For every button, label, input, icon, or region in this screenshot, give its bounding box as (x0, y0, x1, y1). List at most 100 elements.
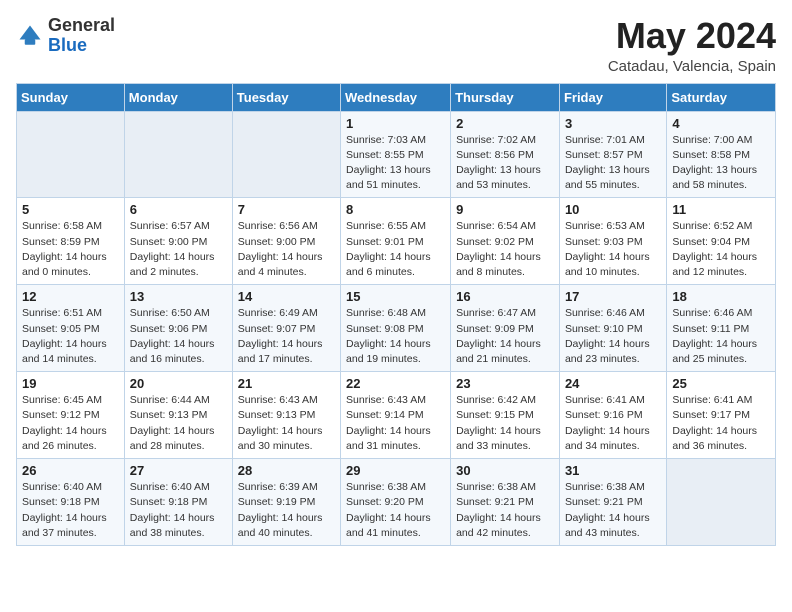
day-number: 11 (672, 202, 770, 217)
calendar-cell (232, 111, 340, 198)
calendar-cell: 20Sunrise: 6:44 AMSunset: 9:13 PMDayligh… (124, 372, 232, 459)
calendar-cell: 29 Sunrise: 6:38 AMSunset: 9:20 PMDayligh… (341, 459, 451, 546)
day-number: 19 (22, 376, 119, 391)
calendar-cell: 31 Sunrise: 6:38 AMSunset: 9:21 PMDayligh… (559, 459, 666, 546)
day-info: Sunrise: 6:48 AMSunset: 9:08 PMDaylight:… (346, 306, 445, 367)
calendar-cell: 12 Sunrise: 6:51 AMSunset: 9:05 PMDayligh… (17, 285, 125, 372)
day-number: 16 (456, 289, 554, 304)
day-number: 31 (565, 463, 661, 478)
calendar-cell: 26Sunrise: 6:40 AMSunset: 9:18 PMDayligh… (17, 459, 125, 546)
day-info: Sunrise: 6:38 AMSunset: 9:20 PMDaylight:… (346, 480, 445, 541)
logo: General Blue (16, 16, 115, 56)
calendar-cell: 14 Sunrise: 6:49 AMSunset: 9:07 PMDayligh… (232, 285, 340, 372)
calendar-week-row: 5 Sunrise: 6:58 AMSunset: 8:59 PMDaylight… (17, 198, 776, 285)
day-number: 14 (238, 289, 335, 304)
day-info: Sunrise: 6:38 AMSunset: 9:21 PMDaylight:… (565, 480, 661, 541)
day-info: Sunrise: 7:02 AMSunset: 8:56 PMDaylight:… (456, 133, 554, 194)
day-number: 18 (672, 289, 770, 304)
day-info: Sunrise: 7:00 AMSunset: 8:58 PMDaylight:… (672, 133, 770, 194)
calendar-cell: 6 Sunrise: 6:57 AMSunset: 9:00 PMDaylight… (124, 198, 232, 285)
day-number: 27 (130, 463, 227, 478)
day-info: Sunrise: 6:43 AMSunset: 9:14 PMDaylight:… (346, 393, 445, 454)
calendar-table: SundayMondayTuesdayWednesdayThursdayFrid… (16, 83, 776, 546)
page-header: General Blue May 2024 Catadau, Valencia,… (16, 16, 776, 75)
logo-blue-text: Blue (48, 35, 87, 55)
day-number: 25 (672, 376, 770, 391)
day-number: 13 (130, 289, 227, 304)
day-number: 7 (238, 202, 335, 217)
calendar-cell: 11Sunrise: 6:52 AMSunset: 9:04 PMDayligh… (667, 198, 776, 285)
day-info: Sunrise: 7:03 AMSunset: 8:55 PMDaylight:… (346, 133, 445, 194)
weekday-header: Friday (559, 83, 666, 111)
day-info: Sunrise: 6:58 AMSunset: 8:59 PMDaylight:… (22, 219, 119, 280)
calendar-cell: 13 Sunrise: 6:50 AMSunset: 9:06 PMDayligh… (124, 285, 232, 372)
calendar-cell: 30 Sunrise: 6:38 AMSunset: 9:21 PMDayligh… (451, 459, 560, 546)
day-info: Sunrise: 6:38 AMSunset: 9:21 PMDaylight:… (456, 480, 554, 541)
day-number: 21 (238, 376, 335, 391)
day-number: 10 (565, 202, 661, 217)
calendar-cell: 21 Sunrise: 6:43 AMSunset: 9:13 PMDayligh… (232, 372, 340, 459)
day-info: Sunrise: 6:40 AMSunset: 9:18 PMDaylight:… (22, 480, 119, 541)
calendar-week-row: 1Sunrise: 7:03 AMSunset: 8:55 PMDaylight… (17, 111, 776, 198)
day-info: Sunrise: 6:43 AMSunset: 9:13 PMDaylight:… (238, 393, 335, 454)
day-info: Sunrise: 6:56 AMSunset: 9:00 PMDaylight:… (238, 219, 335, 280)
day-number: 9 (456, 202, 554, 217)
day-info: Sunrise: 7:01 AMSunset: 8:57 PMDaylight:… (565, 133, 661, 194)
calendar-cell: 3 Sunrise: 7:01 AMSunset: 8:57 PMDaylight… (559, 111, 666, 198)
day-info: Sunrise: 6:46 AMSunset: 9:10 PMDaylight:… (565, 306, 661, 367)
calendar-cell: 4 Sunrise: 7:00 AMSunset: 8:58 PMDaylight… (667, 111, 776, 198)
calendar-cell: 17 Sunrise: 6:46 AMSunset: 9:10 PMDayligh… (559, 285, 666, 372)
day-info: Sunrise: 6:54 AMSunset: 9:02 PMDaylight:… (456, 219, 554, 280)
day-number: 6 (130, 202, 227, 217)
calendar-cell: 15 Sunrise: 6:48 AMSunset: 9:08 PMDayligh… (341, 285, 451, 372)
calendar-cell: 9 Sunrise: 6:54 AMSunset: 9:02 PMDaylight… (451, 198, 560, 285)
day-info: Sunrise: 6:57 AMSunset: 9:00 PMDaylight:… (130, 219, 227, 280)
calendar-cell (124, 111, 232, 198)
weekday-header: Wednesday (341, 83, 451, 111)
day-number: 17 (565, 289, 661, 304)
day-number: 22 (346, 376, 445, 391)
calendar-cell: 25Sunrise: 6:41 AMSunset: 9:17 PMDayligh… (667, 372, 776, 459)
day-number: 3 (565, 116, 661, 131)
day-info: Sunrise: 6:51 AMSunset: 9:05 PMDaylight:… (22, 306, 119, 367)
day-info: Sunrise: 6:41 AMSunset: 9:16 PMDaylight:… (565, 393, 661, 454)
weekday-header: Thursday (451, 83, 560, 111)
weekday-header: Sunday (17, 83, 125, 111)
day-number: 15 (346, 289, 445, 304)
calendar-cell: 18Sunrise: 6:46 AMSunset: 9:11 PMDayligh… (667, 285, 776, 372)
day-number: 29 (346, 463, 445, 478)
calendar-cell: 24 Sunrise: 6:41 AMSunset: 9:16 PMDayligh… (559, 372, 666, 459)
day-number: 30 (456, 463, 554, 478)
logo-icon (16, 22, 44, 50)
calendar-cell: 2Sunrise: 7:02 AMSunset: 8:56 PMDaylight… (451, 111, 560, 198)
calendar-cell: 7 Sunrise: 6:56 AMSunset: 9:00 PMDaylight… (232, 198, 340, 285)
calendar-cell: 23Sunrise: 6:42 AMSunset: 9:15 PMDayligh… (451, 372, 560, 459)
weekday-header: Saturday (667, 83, 776, 111)
day-number: 24 (565, 376, 661, 391)
calendar-cell: 1Sunrise: 7:03 AMSunset: 8:55 PMDaylight… (341, 111, 451, 198)
day-number: 20 (130, 376, 227, 391)
day-info: Sunrise: 6:55 AMSunset: 9:01 PMDaylight:… (346, 219, 445, 280)
day-info: Sunrise: 6:39 AMSunset: 9:19 PMDaylight:… (238, 480, 335, 541)
day-number: 8 (346, 202, 445, 217)
calendar-cell: 19 Sunrise: 6:45 AMSunset: 9:12 PMDayligh… (17, 372, 125, 459)
day-info: Sunrise: 6:47 AMSunset: 9:09 PMDaylight:… (456, 306, 554, 367)
day-number: 5 (22, 202, 119, 217)
day-info: Sunrise: 6:50 AMSunset: 9:06 PMDaylight:… (130, 306, 227, 367)
month-title: May 2024 (608, 16, 776, 56)
calendar-cell: 22 Sunrise: 6:43 AMSunset: 9:14 PMDayligh… (341, 372, 451, 459)
weekday-header: Monday (124, 83, 232, 111)
calendar-cell (17, 111, 125, 198)
day-info: Sunrise: 6:45 AMSunset: 9:12 PMDaylight:… (22, 393, 119, 454)
title-block: May 2024 Catadau, Valencia, Spain (608, 16, 776, 75)
day-number: 23 (456, 376, 554, 391)
day-number: 12 (22, 289, 119, 304)
day-number: 4 (672, 116, 770, 131)
calendar-cell: 27Sunrise: 6:40 AMSunset: 9:18 PMDayligh… (124, 459, 232, 546)
day-info: Sunrise: 6:49 AMSunset: 9:07 PMDaylight:… (238, 306, 335, 367)
weekday-header: Tuesday (232, 83, 340, 111)
calendar-week-row: 12 Sunrise: 6:51 AMSunset: 9:05 PMDayligh… (17, 285, 776, 372)
location-text: Catadau, Valencia, Spain (608, 58, 776, 75)
day-info: Sunrise: 6:53 AMSunset: 9:03 PMDaylight:… (565, 219, 661, 280)
day-number: 28 (238, 463, 335, 478)
